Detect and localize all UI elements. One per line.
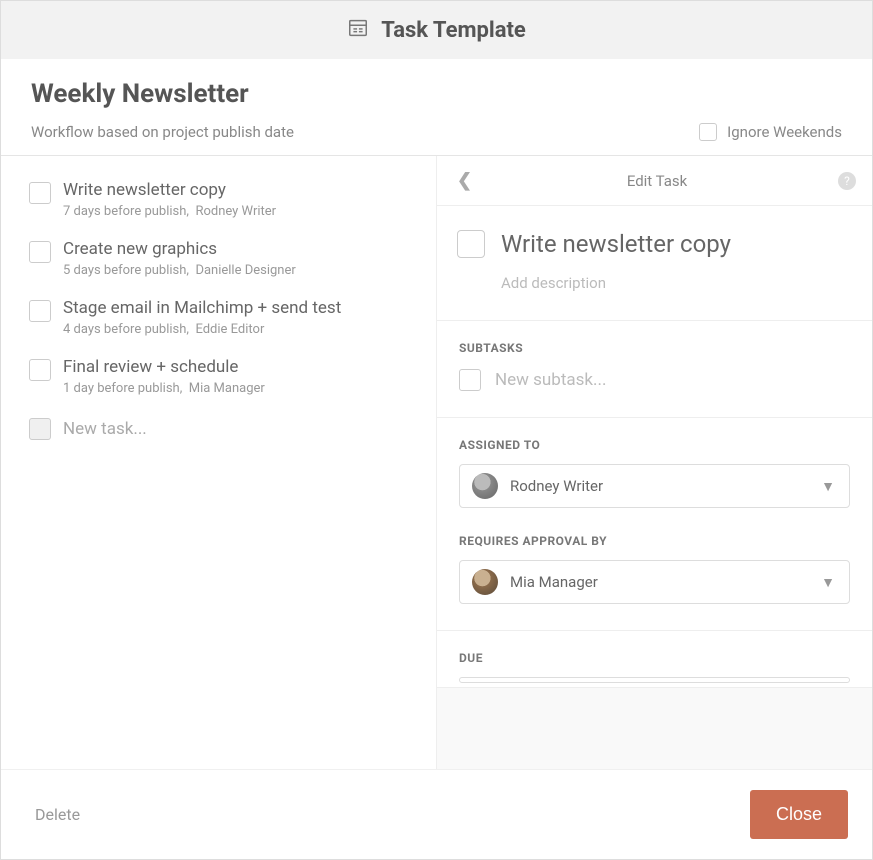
task-meta: 4 days before publish, Eddie Editor xyxy=(63,322,341,337)
task-title: Write newsletter copy xyxy=(63,180,276,200)
assigned-to-dropdown[interactable]: Rodney Writer ▼ xyxy=(459,464,850,508)
subtasks-section: SUBTASKS New subtask... xyxy=(437,321,872,418)
template-icon xyxy=(347,17,369,43)
new-task-placeholder[interactable]: New task... xyxy=(63,419,147,439)
assignment-section: ASSIGNED TO Rodney Writer ▼ REQUIRES APP… xyxy=(437,418,872,631)
chevron-down-icon: ▼ xyxy=(821,478,835,495)
due-section: DUE xyxy=(437,631,872,688)
task-checkbox[interactable] xyxy=(29,300,51,322)
task-row[interactable]: Stage email in Mailchimp + send test 4 d… xyxy=(29,292,416,351)
assigned-to-label: ASSIGNED TO xyxy=(459,438,850,452)
ignore-weekends-toggle[interactable]: Ignore Weekends xyxy=(699,123,842,141)
new-subtask-placeholder[interactable]: New subtask... xyxy=(495,370,606,390)
task-title: Create new graphics xyxy=(63,239,296,259)
chevron-down-icon: ▼ xyxy=(821,574,835,591)
requires-approval-dropdown[interactable]: Mia Manager ▼ xyxy=(459,560,850,604)
task-row[interactable]: Create new graphics 5 days before publis… xyxy=(29,233,416,292)
task-checkbox[interactable] xyxy=(29,182,51,204)
task-meta: 1 day before publish, Mia Manager xyxy=(63,381,265,396)
add-description-input[interactable]: Add description xyxy=(501,274,852,292)
task-title: Stage email in Mailchimp + send test xyxy=(63,298,341,318)
task-row[interactable]: Final review + schedule 1 day before pub… xyxy=(29,351,416,410)
help-icon[interactable]: ? xyxy=(838,172,856,190)
template-name: Weekly Newsletter xyxy=(31,79,842,109)
template-meta: Weekly Newsletter Workflow based on proj… xyxy=(1,59,872,156)
main-panels: Write newsletter copy 7 days before publ… xyxy=(1,156,872,769)
requires-approval-value: Mia Manager xyxy=(510,573,598,591)
task-meta: 7 days before publish, Rodney Writer xyxy=(63,204,276,219)
approver-avatar xyxy=(472,569,498,595)
task-checkbox[interactable] xyxy=(29,359,51,381)
workflow-basis-label: Workflow based on project publish date xyxy=(31,123,294,141)
task-title: Final review + schedule xyxy=(63,357,265,377)
edit-task-title[interactable]: Write newsletter copy xyxy=(501,230,731,258)
task-list-panel: Write newsletter copy 7 days before publ… xyxy=(1,156,437,769)
due-label: DUE xyxy=(459,651,850,665)
task-edit-panel: ❮ Edit Task ? Write newsletter copy Add … xyxy=(437,156,872,769)
task-row[interactable]: Write newsletter copy 7 days before publ… xyxy=(29,174,416,233)
edit-task-checkbox[interactable] xyxy=(457,230,485,258)
task-template-modal: Task Template Weekly Newsletter Workflow… xyxy=(0,0,873,860)
assignee-avatar xyxy=(472,473,498,499)
delete-button[interactable]: Delete xyxy=(35,805,80,824)
edit-header-title: Edit Task xyxy=(476,172,838,190)
back-chevron-icon[interactable]: ❮ xyxy=(453,166,476,195)
ignore-weekends-label: Ignore Weekends xyxy=(727,123,842,141)
subtasks-label: SUBTASKS xyxy=(459,341,850,355)
requires-approval-label: REQUIRES APPROVAL BY xyxy=(459,534,850,548)
close-button[interactable]: Close xyxy=(750,790,848,839)
new-subtask-row[interactable]: New subtask... xyxy=(459,369,850,391)
edit-header: ❮ Edit Task ? xyxy=(437,156,872,206)
subtask-checkbox[interactable] xyxy=(459,369,481,391)
assigned-to-value: Rodney Writer xyxy=(510,477,603,495)
edit-body: Write newsletter copy Add description xyxy=(437,206,872,321)
modal-title: Task Template xyxy=(381,18,526,43)
new-task-checkbox xyxy=(29,418,51,440)
ignore-weekends-checkbox[interactable] xyxy=(699,123,717,141)
modal-footer: Delete Close xyxy=(1,769,872,859)
task-meta: 5 days before publish, Danielle Designer xyxy=(63,263,296,278)
new-task-row[interactable]: New task... xyxy=(29,410,416,440)
task-checkbox[interactable] xyxy=(29,241,51,263)
due-dropdown[interactable] xyxy=(459,677,850,683)
modal-header: Task Template xyxy=(1,1,872,59)
